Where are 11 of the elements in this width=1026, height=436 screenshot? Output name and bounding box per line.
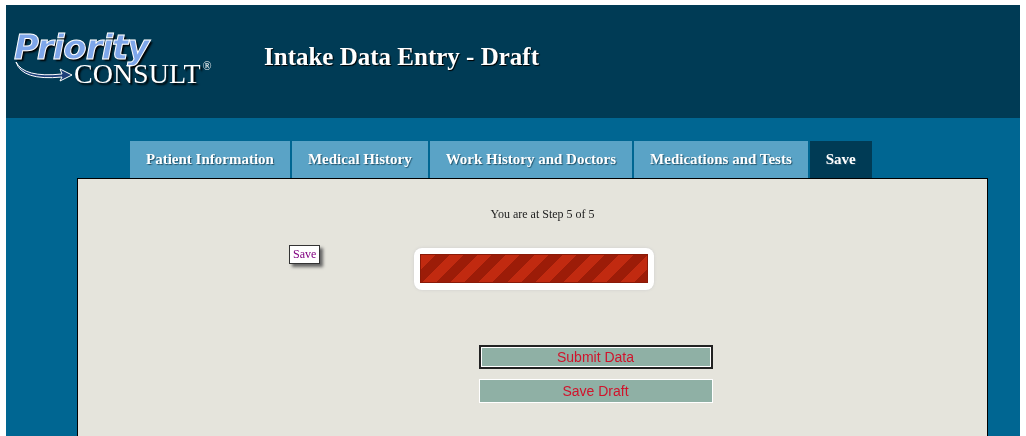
submit-button[interactable]: Submit Data [478,345,713,369]
tab[interactable]: Work History and Doctors [429,141,633,178]
step-indicator: You are at Step 5 of 5 [490,207,595,222]
tab[interactable]: Save [809,141,872,178]
save-label: Save [289,245,321,264]
tab[interactable]: Medical History [291,141,428,178]
page-title: Intake Data Entry - Draft [264,42,539,71]
tab[interactable]: Medications and Tests [634,141,808,178]
save-draft-button[interactable]: Save Draft [478,379,713,403]
registered-mark: ® [202,59,212,72]
tab[interactable]: Patient Information [130,141,290,178]
